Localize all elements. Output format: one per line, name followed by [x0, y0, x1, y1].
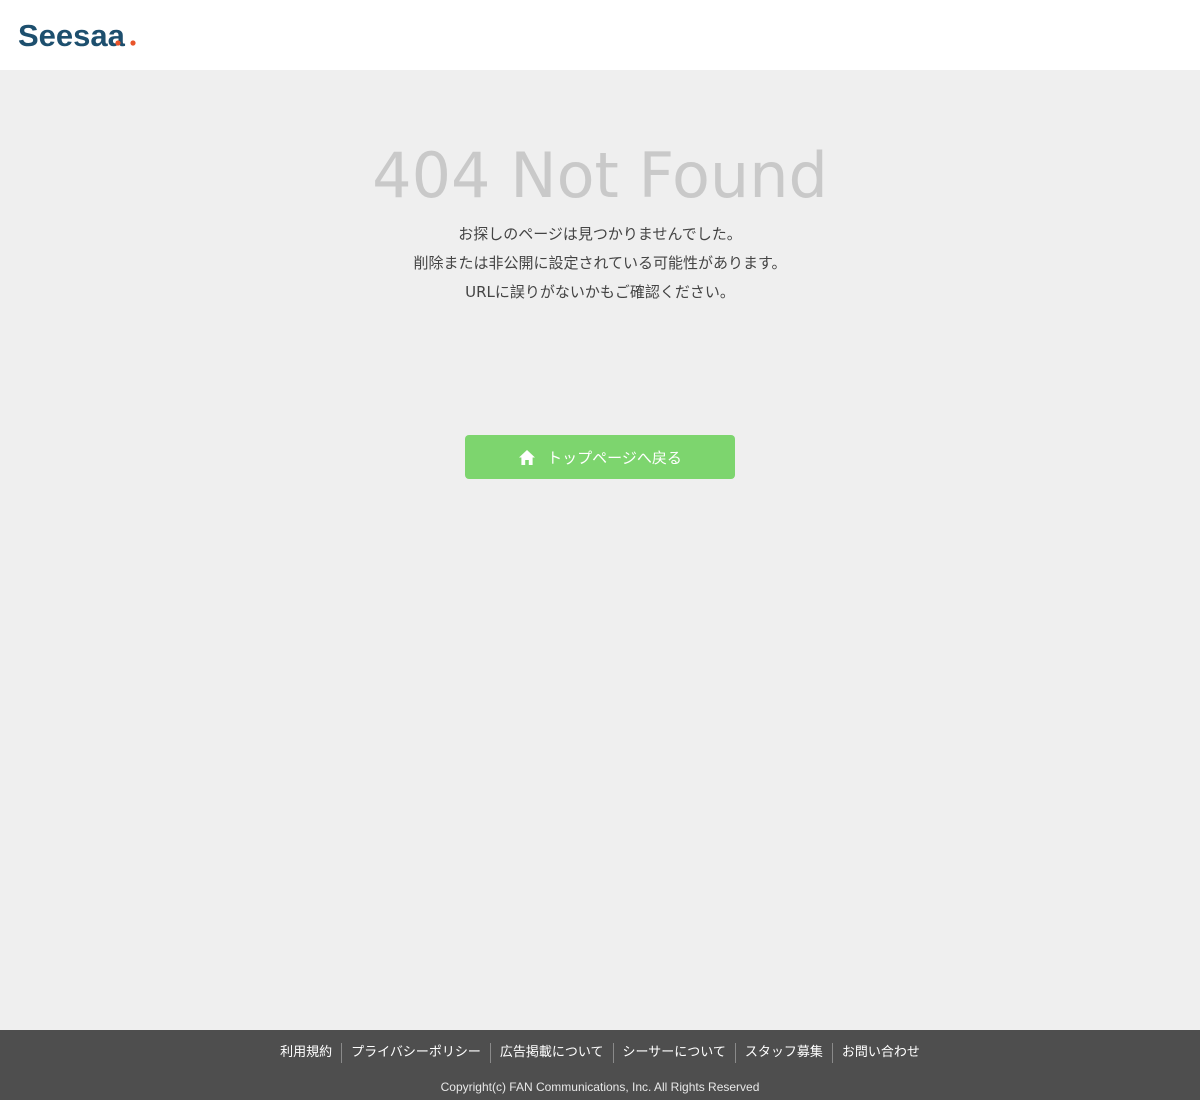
footer-link-about[interactable]: シーサーについて	[612, 1043, 735, 1063]
footer-link-privacy[interactable]: プライバシーポリシー	[341, 1043, 490, 1063]
error-messages: お探しのページは見つかりませんでした。 削除または非公開に設定されている可能性が…	[0, 220, 1200, 307]
logo-dot-right	[130, 40, 136, 46]
seesaa-logo-mark: Seesaa	[18, 18, 136, 53]
page-title: 404 Not Found	[372, 139, 828, 212]
site-header: Seesaa	[0, 0, 1200, 70]
error-message-line: 削除または非公開に設定されている可能性があります。	[413, 254, 787, 272]
main-content: 404 Not Found お探しのページは見つかりませんでした。 削除または非…	[0, 70, 1200, 1030]
back-to-top-label: トップページへ戻る	[547, 448, 682, 467]
error-message-line: URLに誤りがないかもご確認ください。	[465, 283, 735, 301]
logo-text: Seesaa	[18, 18, 126, 50]
error-message-line: お探しのページは見つかりませんでした。	[458, 225, 742, 243]
footer-link-recruit[interactable]: スタッフ募集	[734, 1043, 832, 1063]
footer-link-contact[interactable]: お問い合わせ	[831, 1043, 929, 1063]
home-icon	[518, 449, 536, 466]
footer-nav: 利用規約 プライバシーポリシー 広告掲載について シーサーについて スタッフ募集 お問い合…	[0, 1043, 1200, 1063]
footer-link-advertising[interactable]: 広告掲載について	[489, 1043, 613, 1063]
copyright: Copyright(c) FAN Communications, Inc. Al…	[440, 1080, 760, 1094]
footer-link-terms[interactable]: 利用規約	[271, 1043, 341, 1063]
seesaa-logo[interactable]: Seesaa	[18, 18, 142, 53]
site-footer: 利用規約 プライバシーポリシー 広告掲載について シーサーについて スタッフ募集 お問い合…	[0, 1030, 1200, 1100]
logo-dot-left	[115, 40, 121, 46]
back-to-top-button[interactable]: トップページへ戻る	[465, 435, 735, 479]
